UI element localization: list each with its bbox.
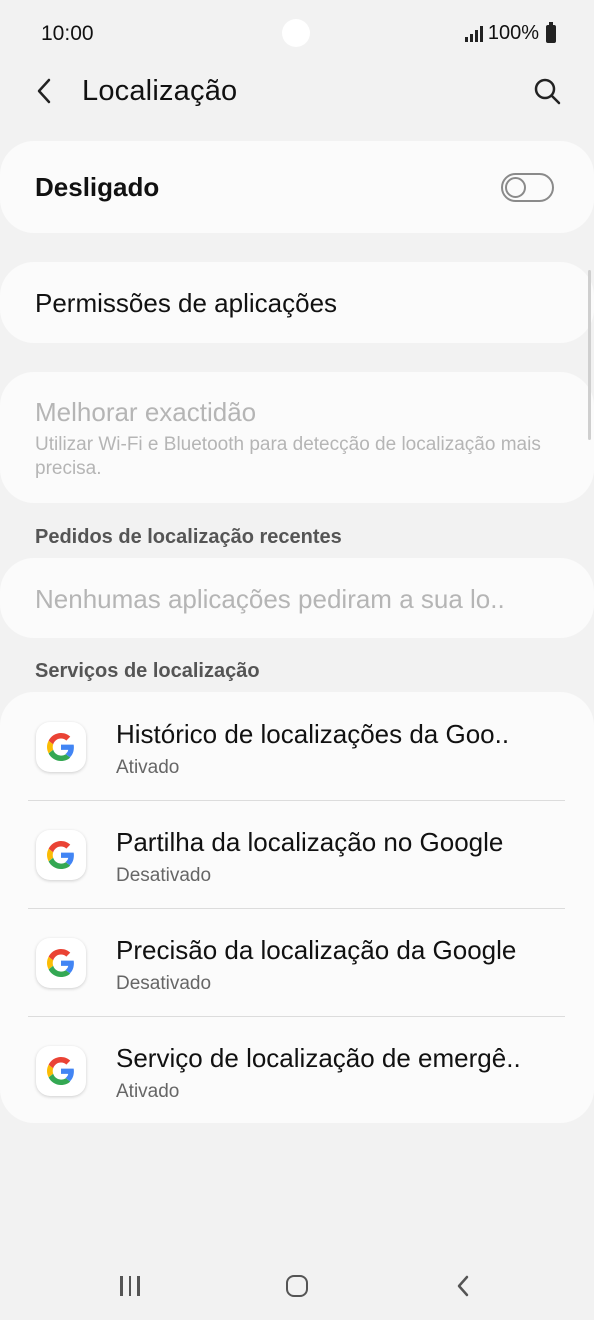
status-icons: 100% <box>464 21 556 45</box>
battery-percent: 100% <box>487 22 539 44</box>
service-status: Desativado <box>116 973 212 994</box>
improve-accuracy-row[interactable]: Melhorar exactidão Utilizar Wi-Fi e Blue… <box>0 372 594 503</box>
google-g-icon <box>36 722 86 772</box>
improve-accuracy-description: Utilizar Wi-Fi e Bluetooth para detecção… <box>35 434 541 479</box>
page-title: Localização <box>82 75 238 107</box>
service-google-location-history[interactable]: Histórico de localizações da Goo.. Ativa… <box>0 692 594 800</box>
service-google-location-sharing[interactable]: Partilha da localização no Google Desati… <box>0 800 594 908</box>
service-status: Desativado <box>116 865 212 886</box>
recent-requests-empty-text: Nenhumas aplicações pediram a sua lo.. <box>35 584 505 614</box>
service-title: Serviço de localização de emergê.. <box>116 1043 521 1073</box>
master-toggle-label: Desligado <box>35 172 160 202</box>
recent-requests-header: Pedidos de localização recentes <box>35 526 342 548</box>
battery-icon <box>546 21 556 43</box>
google-g-icon <box>36 1046 86 1096</box>
app-permissions-row[interactable]: Permissões de aplicações <box>0 262 594 343</box>
service-title: Partilha da localização no Google <box>116 827 504 857</box>
toggle-knob <box>505 177 526 198</box>
status-time: 10:00 <box>41 22 94 45</box>
service-title: Precisão da localização da Google <box>116 935 517 965</box>
location-services-header: Serviços de localização <box>35 660 260 682</box>
google-g-icon <box>36 938 86 988</box>
service-google-location-accuracy[interactable]: Precisão da localização da Google Desati… <box>0 908 594 1016</box>
service-title: Histórico de localizações da Goo.. <box>116 719 510 749</box>
service-emergency-location[interactable]: Serviço de localização de emergê.. Ativa… <box>0 1016 594 1124</box>
scroll-indicator <box>588 270 591 440</box>
recent-requests-card: Nenhumas aplicações pediram a sua lo.. <box>0 558 594 638</box>
service-status: Ativado <box>116 1081 180 1102</box>
search-icon[interactable] <box>530 74 564 108</box>
app-permissions-label: Permissões de aplicações <box>35 288 338 318</box>
status-bar: 10:00 100% <box>0 0 594 68</box>
improve-accuracy-title: Melhorar exactidão <box>35 397 257 427</box>
location-services-card: Histórico de localizações da Goo.. Ativa… <box>0 692 594 1123</box>
location-toggle-switch[interactable] <box>501 173 554 202</box>
back-arrow-icon[interactable] <box>33 76 59 106</box>
google-g-icon <box>36 830 86 880</box>
camera-cutout <box>282 19 310 47</box>
navigation-bar <box>0 1250 594 1320</box>
signal-icon <box>464 25 483 42</box>
service-status: Ativado <box>116 757 180 778</box>
recent-apps-icon[interactable] <box>120 1276 140 1296</box>
location-master-toggle-row[interactable]: Desligado <box>0 141 594 233</box>
nav-back-icon[interactable] <box>455 1274 471 1298</box>
home-icon[interactable] <box>286 1275 308 1297</box>
app-bar: Localização <box>0 68 594 114</box>
